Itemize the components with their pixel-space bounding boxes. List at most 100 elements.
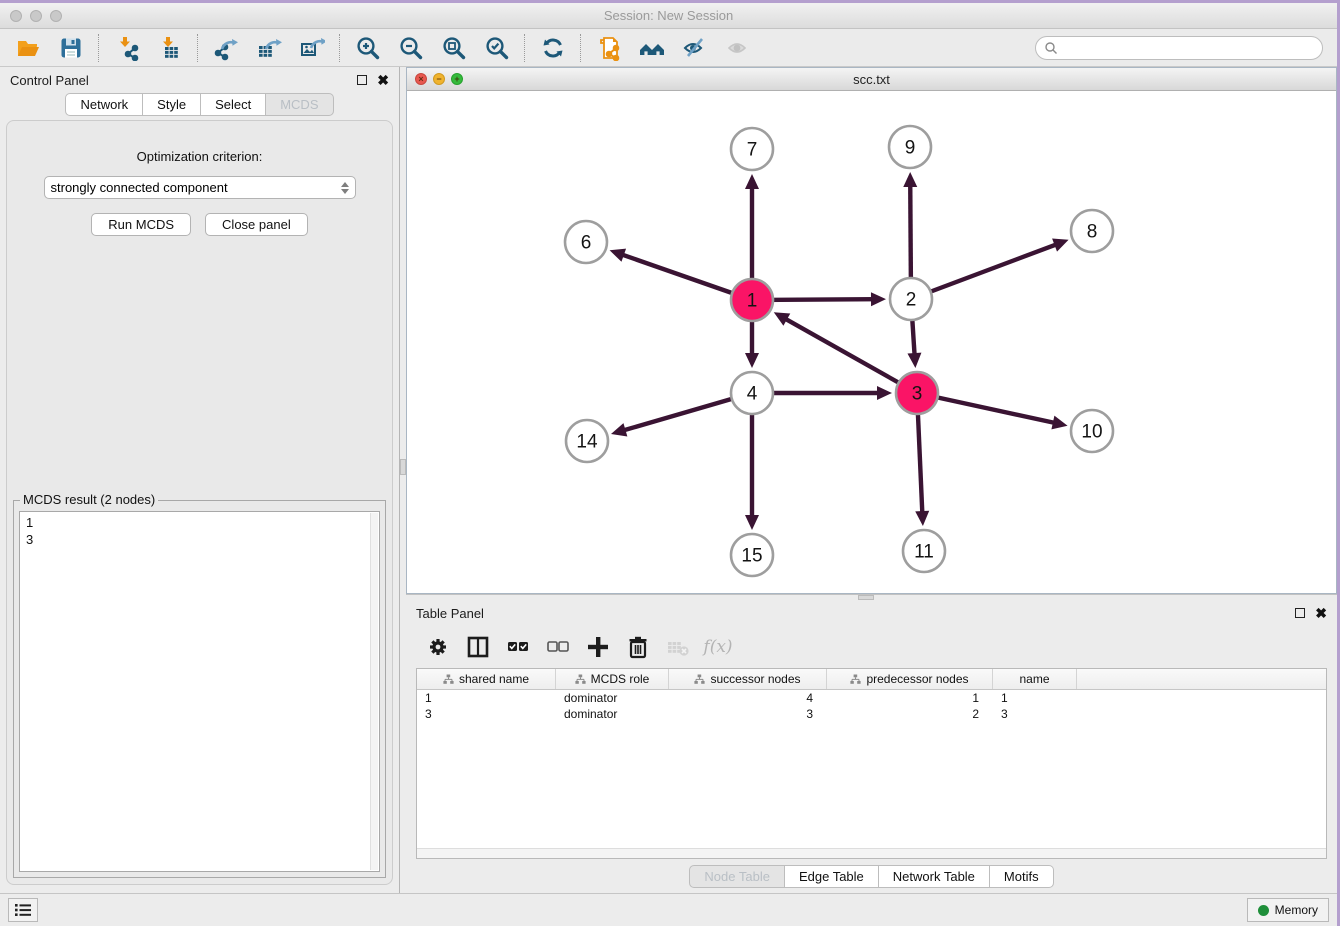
table-settings-button[interactable] xyxy=(420,631,456,663)
table-toolbar: f(x) xyxy=(406,626,1337,668)
zoom-selected-button[interactable] xyxy=(475,32,518,64)
column-header-MCDS-role[interactable]: MCDS role xyxy=(556,669,669,689)
network-graph: 7 9 6 8 1 2 4 3 14 10 15 11 xyxy=(407,91,1333,593)
table-horizontal-scrollbar[interactable] xyxy=(417,848,1326,858)
column-header-predecessor-nodes[interactable]: predecessor nodes xyxy=(827,669,993,689)
criterion-dropdown[interactable]: strongly connected component xyxy=(44,176,356,199)
main-toolbar xyxy=(0,29,1337,67)
select-all-columns-button[interactable] xyxy=(500,631,536,663)
graph-node-1[interactable]: 1 xyxy=(731,279,773,321)
eye-disabled-button xyxy=(716,32,759,64)
edge-3-1[interactable] xyxy=(784,318,917,393)
float-panel-icon[interactable] xyxy=(1295,608,1305,618)
tab-mcds[interactable]: MCDS xyxy=(266,93,333,116)
open-session-icon xyxy=(15,35,41,61)
edge-arrowhead xyxy=(1051,416,1067,430)
memory-button[interactable]: Memory xyxy=(1247,898,1329,922)
graph-node-6[interactable]: 6 xyxy=(565,221,607,263)
result-scrollbar[interactable] xyxy=(370,513,378,870)
graph-node-10[interactable]: 10 xyxy=(1071,410,1113,452)
node-label: 3 xyxy=(912,384,923,405)
node-label: 9 xyxy=(905,138,916,159)
split-view-button[interactable] xyxy=(460,631,496,663)
horizontal-splitter[interactable] xyxy=(406,594,1337,600)
network-canvas[interactable]: 7 9 6 8 1 2 4 3 14 10 15 11 xyxy=(407,91,1336,593)
export-table-icon xyxy=(256,35,282,61)
export-image-button[interactable] xyxy=(290,32,333,64)
refresh-layout-button[interactable] xyxy=(531,32,574,64)
deselect-all-columns-icon xyxy=(545,634,571,660)
column-type-icon xyxy=(443,674,454,685)
splitter-handle[interactable] xyxy=(858,595,874,600)
search-input[interactable] xyxy=(1058,38,1322,58)
vertical-splitter[interactable] xyxy=(399,67,406,893)
task-history-button[interactable] xyxy=(8,898,38,922)
edge-arrowhead xyxy=(915,511,929,526)
first-neighbors-button[interactable] xyxy=(630,32,673,64)
tab-node-table[interactable]: Node Table xyxy=(689,865,785,888)
open-session-button[interactable] xyxy=(6,32,49,64)
mcds-result-text[interactable]: 1 3 xyxy=(19,511,380,872)
delete-column-icon xyxy=(625,634,651,660)
close-panel-icon[interactable]: ✖ xyxy=(377,75,389,85)
close-panel-button[interactable]: Close panel xyxy=(205,213,308,236)
graph-node-14[interactable]: 14 xyxy=(566,420,608,462)
function-builder-button: f(x) xyxy=(700,631,736,663)
graph-node-4[interactable]: 4 xyxy=(731,372,773,414)
graph-node-2[interactable]: 2 xyxy=(890,278,932,320)
criterion-value: strongly connected component xyxy=(51,180,228,195)
column-header-shared-name[interactable]: shared name xyxy=(417,669,556,689)
edge-2-8[interactable] xyxy=(911,244,1057,299)
column-label: shared name xyxy=(459,672,529,686)
zoom-out-button[interactable] xyxy=(389,32,432,64)
table-cell: 3 xyxy=(993,707,1077,721)
main-titlebar: Session: New Session xyxy=(0,3,1337,29)
add-column-button[interactable] xyxy=(580,631,616,663)
table-row[interactable]: 1dominator411 xyxy=(417,690,1326,706)
import-table-button[interactable] xyxy=(148,32,191,64)
table-panel-header: Table Panel ✖ xyxy=(406,600,1337,626)
table-row[interactable]: 3dominator323 xyxy=(417,706,1326,722)
graph-node-8[interactable]: 8 xyxy=(1071,210,1113,252)
tab-style[interactable]: Style xyxy=(143,93,201,116)
run-mcds-button[interactable]: Run MCDS xyxy=(91,213,191,236)
table-body: 1dominator4113dominator323 xyxy=(417,690,1326,848)
tab-network-table[interactable]: Network Table xyxy=(879,865,990,888)
eye-disabled-icon xyxy=(725,35,751,61)
graph-node-3[interactable]: 3 xyxy=(896,372,938,414)
save-session-button[interactable] xyxy=(49,32,92,64)
column-header-successor-nodes[interactable]: successor nodes xyxy=(669,669,827,689)
export-network-button[interactable] xyxy=(204,32,247,64)
tab-select[interactable]: Select xyxy=(201,93,266,116)
edge-arrowhead xyxy=(907,353,921,368)
graph-node-15[interactable]: 15 xyxy=(731,534,773,576)
zoom-fit-button[interactable] xyxy=(432,32,475,64)
tab-network[interactable]: Network xyxy=(65,93,143,116)
graph-node-11[interactable]: 11 xyxy=(903,530,945,572)
toolbar-separator xyxy=(524,34,525,62)
deselect-all-columns-button[interactable] xyxy=(540,631,576,663)
export-table-button[interactable] xyxy=(247,32,290,64)
show-hide-graphics-button[interactable] xyxy=(673,32,716,64)
table-tabs: Node Table Edge Table Network Table Moti… xyxy=(406,859,1337,893)
edge-arrowhead xyxy=(1052,239,1069,252)
memory-status-icon xyxy=(1258,905,1269,916)
zoom-in-button[interactable] xyxy=(346,32,389,64)
node-label: 11 xyxy=(914,542,934,563)
float-panel-icon[interactable] xyxy=(357,75,367,85)
delete-column-button[interactable] xyxy=(620,631,656,663)
search-box[interactable] xyxy=(1035,36,1323,60)
tab-motifs[interactable]: Motifs xyxy=(990,865,1054,888)
import-network-button[interactable] xyxy=(105,32,148,64)
table-cell: 1 xyxy=(827,691,993,705)
memory-label: Memory xyxy=(1275,903,1318,917)
graph-node-9[interactable]: 9 xyxy=(889,126,931,168)
graph-node-7[interactable]: 7 xyxy=(731,128,773,170)
network-window-titlebar: × − + scc.txt xyxy=(407,68,1336,91)
tab-edge-table[interactable]: Edge Table xyxy=(785,865,879,888)
copy-network-button[interactable] xyxy=(587,32,630,64)
close-panel-icon[interactable]: ✖ xyxy=(1315,608,1327,618)
add-column-icon xyxy=(585,634,611,660)
splitter-handle[interactable] xyxy=(400,459,406,475)
column-header-name[interactable]: name xyxy=(993,669,1077,689)
